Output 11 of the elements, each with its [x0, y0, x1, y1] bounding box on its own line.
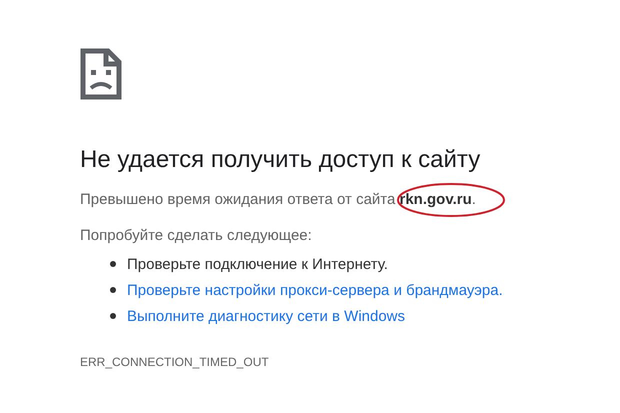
- error-code: ERR_CONNECTION_TIMED_OUT: [80, 355, 270, 369]
- suggestions-title: Попробуйте сделать следующее:: [80, 226, 313, 246]
- error-message: Превышено время ожидания ответа от сайта rkn.gov.ru.: [80, 190, 476, 210]
- error-heading: Не удается получить доступ к сайту: [80, 145, 482, 175]
- bullet-icon: [110, 261, 116, 267]
- suggestion-link[interactable]: Выполните диагностику сети в Windows: [127, 308, 406, 324]
- bullet-icon: [110, 287, 116, 293]
- suggestion-link[interactable]: Проверьте настройки прокси-сервера и брандмауэра.: [127, 282, 503, 298]
- suggestion-text: Проверьте подключение к Интернету.: [127, 256, 388, 272]
- sad-page-icon: [80, 48, 122, 100]
- bullet-icon: [110, 313, 116, 319]
